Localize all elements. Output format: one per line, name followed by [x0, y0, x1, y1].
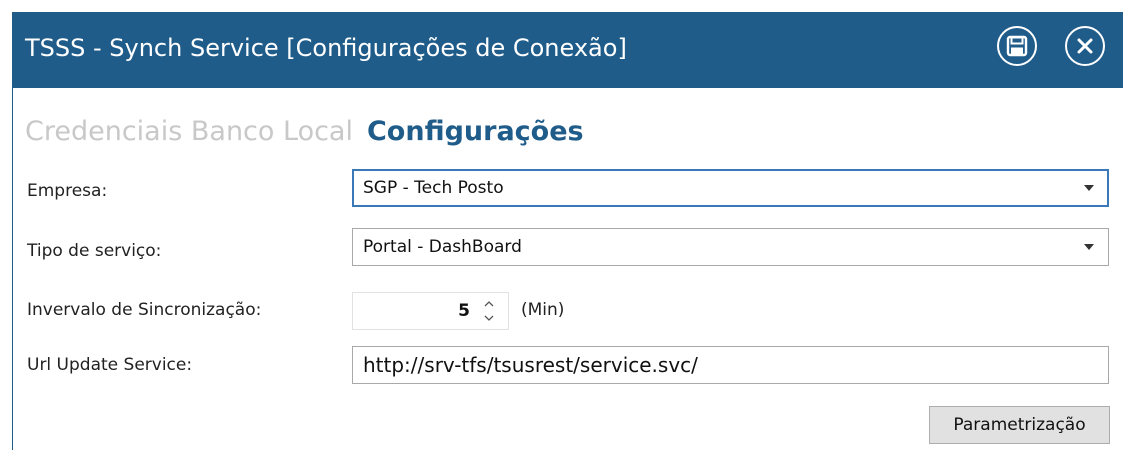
tab-strip: Credenciais Banco Local Configurações	[25, 112, 584, 152]
tab-credenciais-banco-local[interactable]: Credenciais Banco Local	[25, 112, 353, 152]
close-icon	[1077, 38, 1093, 54]
spin-up-icon[interactable]	[482, 297, 496, 311]
url-update-service-input[interactable]	[352, 346, 1109, 384]
title-bar: TSSS - Synch Service [Configurações de C…	[13, 12, 1123, 88]
intervalo-value: 5	[458, 301, 470, 321]
spin-down-icon[interactable]	[482, 311, 496, 325]
parametrizacao-button[interactable]: Parametrização	[929, 406, 1110, 444]
url-label: Url Update Service:	[27, 355, 193, 375]
intervalo-label: Invervalo de Sincronização:	[27, 300, 262, 320]
chevron-down-icon[interactable]	[1084, 185, 1094, 191]
tab-configuracoes[interactable]: Configurações	[367, 112, 584, 152]
window-title: TSSS - Synch Service [Configurações de C…	[25, 34, 627, 62]
intervalo-unit: (Min)	[521, 300, 565, 320]
tipo-servico-selected-value: Portal - DashBoard	[363, 237, 522, 257]
empresa-label: Empresa:	[27, 181, 108, 201]
tipo-servico-label: Tipo de serviço:	[27, 241, 162, 261]
config-window: TSSS - Synch Service [Configurações de C…	[12, 12, 1123, 450]
empresa-selected-value: SGP - Tech Posto	[363, 178, 504, 198]
close-button[interactable]	[1065, 26, 1105, 66]
save-icon	[1006, 35, 1028, 57]
empresa-select[interactable]: SGP - Tech Posto	[352, 169, 1109, 207]
tipo-servico-select[interactable]: Portal - DashBoard	[352, 228, 1109, 266]
intervalo-stepper[interactable]: 5	[352, 292, 509, 330]
save-button[interactable]	[997, 26, 1037, 66]
chevron-down-icon[interactable]	[1084, 244, 1094, 250]
